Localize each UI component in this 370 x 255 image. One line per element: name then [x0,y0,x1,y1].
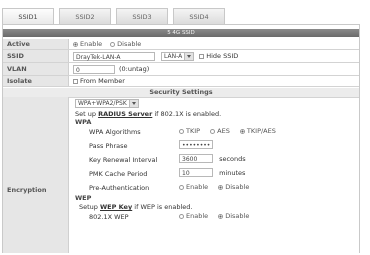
pre-auth-label: Pre-Authentication [89,184,150,192]
isolate-label: Isolate [3,76,69,86]
pmk-cache-input[interactable]: 10 [179,168,213,177]
encryption-label-top [3,97,69,116]
wireless-settings-frame: SSID1 SSID2 SSID3 SSID4 5 4G SSID Active… [2,2,362,253]
pmk-cache-label: PMK Cache Period [89,170,148,178]
wep-heading: WEP [75,194,92,202]
key-renewal-input[interactable]: 3600 [179,154,213,163]
active-disable-label: Disable [117,40,142,48]
pre-auth-disable-label: Disable [225,183,250,191]
algo-tkip-radio[interactable] [179,128,184,134]
vlan-input[interactable]: 0 [73,64,115,74]
chevron-down-icon [128,99,138,107]
wep-8021x-enable-label: Enable [186,212,209,220]
tab-ssid4[interactable]: SSID4 [173,8,225,24]
panel-header-bar: 5 4G SSID [3,29,359,37]
tab-ssid2[interactable]: SSID2 [59,8,111,24]
hide-ssid-label: Hide SSID [206,52,239,60]
wep-setup-line: Setup WEP Key if WEP is enabled. [79,203,192,211]
ssid-lan-select[interactable]: LAN-A [161,51,195,61]
ssid-tabs: SSID1 SSID2 SSID3 SSID4 [2,8,230,24]
active-enable-label: Enable [80,40,103,48]
active-disable-radio[interactable] [110,41,116,47]
key-renewal-field-wrap: 3600 seconds [179,154,246,163]
isolate-member-label: From Member [80,77,125,85]
key-renewal-unit: seconds [219,154,246,163]
key-renewal-label: Key Renewal Interval [89,156,158,164]
chevron-down-icon [184,52,194,60]
ssid-lan-select-value: LAN-A [164,52,183,60]
algo-tkip-aes-label: TKIP/AES [246,127,276,135]
isolate-row: Isolate From Member [3,76,359,87]
wep-setup-prefix: Setup [79,203,98,211]
ssid-row: SSID DrayTek-LAN-A LAN-A Hide SSID [3,50,359,63]
vlan-label: VLAN [3,63,69,75]
radius-setup-line: Set up RADIUS Server if 802.1X is enable… [75,110,221,118]
security-mode-select[interactable]: WPA+WPA2/PSK [75,98,139,108]
wep-key-link[interactable]: WEP Key [100,203,132,211]
active-enable-radio[interactable] [73,41,78,47]
wep-8021x-options: Enable Disable [179,212,257,220]
algo-aes-radio[interactable] [210,128,216,134]
algo-tkip-label: TKIP [186,127,201,135]
pre-auth-enable-radio[interactable] [179,184,184,190]
radius-server-link[interactable]: RADIUS Server [98,110,152,118]
active-label: Active [3,39,69,49]
radius-setup-prefix: Set up [75,110,96,118]
ssid-label: SSID [3,50,69,62]
wep-8021x-enable-radio[interactable] [179,213,184,219]
pre-auth-enable-label: Enable [186,183,209,191]
pass-phrase-input[interactable]: •••••••• [179,140,213,149]
wpa-heading: WPA [75,118,92,126]
pre-auth-disable-radio[interactable] [218,184,224,190]
wep-setup-suffix: if WEP is enabled. [134,203,193,211]
active-row: Active Enable Disable [3,39,359,50]
wpa-algorithms-label: WPA Algorithms [89,128,141,136]
vlan-row: VLAN 0 (0:untag) [3,63,359,76]
isolate-member-checkbox[interactable] [73,78,78,84]
pre-auth-options: Enable Disable [179,183,257,191]
pmk-cache-field-wrap: 10 minutes [179,168,245,177]
pass-phrase-label: Pass Phrase [89,142,128,150]
algo-tkip-aes-radio[interactable] [239,128,245,134]
radius-setup-suffix: if 802.1X is enabled. [154,110,222,118]
wpa-algorithms-options: TKIP AES TKIP/AES [179,127,284,135]
pass-phrase-field-wrap: •••••••• [179,140,213,149]
encryption-label: Encryption [3,116,69,253]
algo-aes-label: AES [217,127,230,135]
wep-8021x-disable-radio[interactable] [218,213,224,219]
settings-panel: 5 4G SSID Active Enable Disable SSID Dra… [2,24,360,253]
pmk-cache-unit: minutes [219,168,246,177]
tab-ssid3[interactable]: SSID3 [116,8,168,24]
security-mode-value: WPA+WPA2/PSK [78,99,127,107]
wep-8021x-disable-label: Disable [225,212,250,220]
vlan-hint: (0:untag) [119,65,150,73]
ssid-input[interactable]: DrayTek-LAN-A [73,51,155,61]
wep-8021x-label: 802.1X WEP [89,213,129,221]
hide-ssid-checkbox[interactable] [199,53,205,59]
tab-ssid1[interactable]: SSID1 [2,8,54,24]
